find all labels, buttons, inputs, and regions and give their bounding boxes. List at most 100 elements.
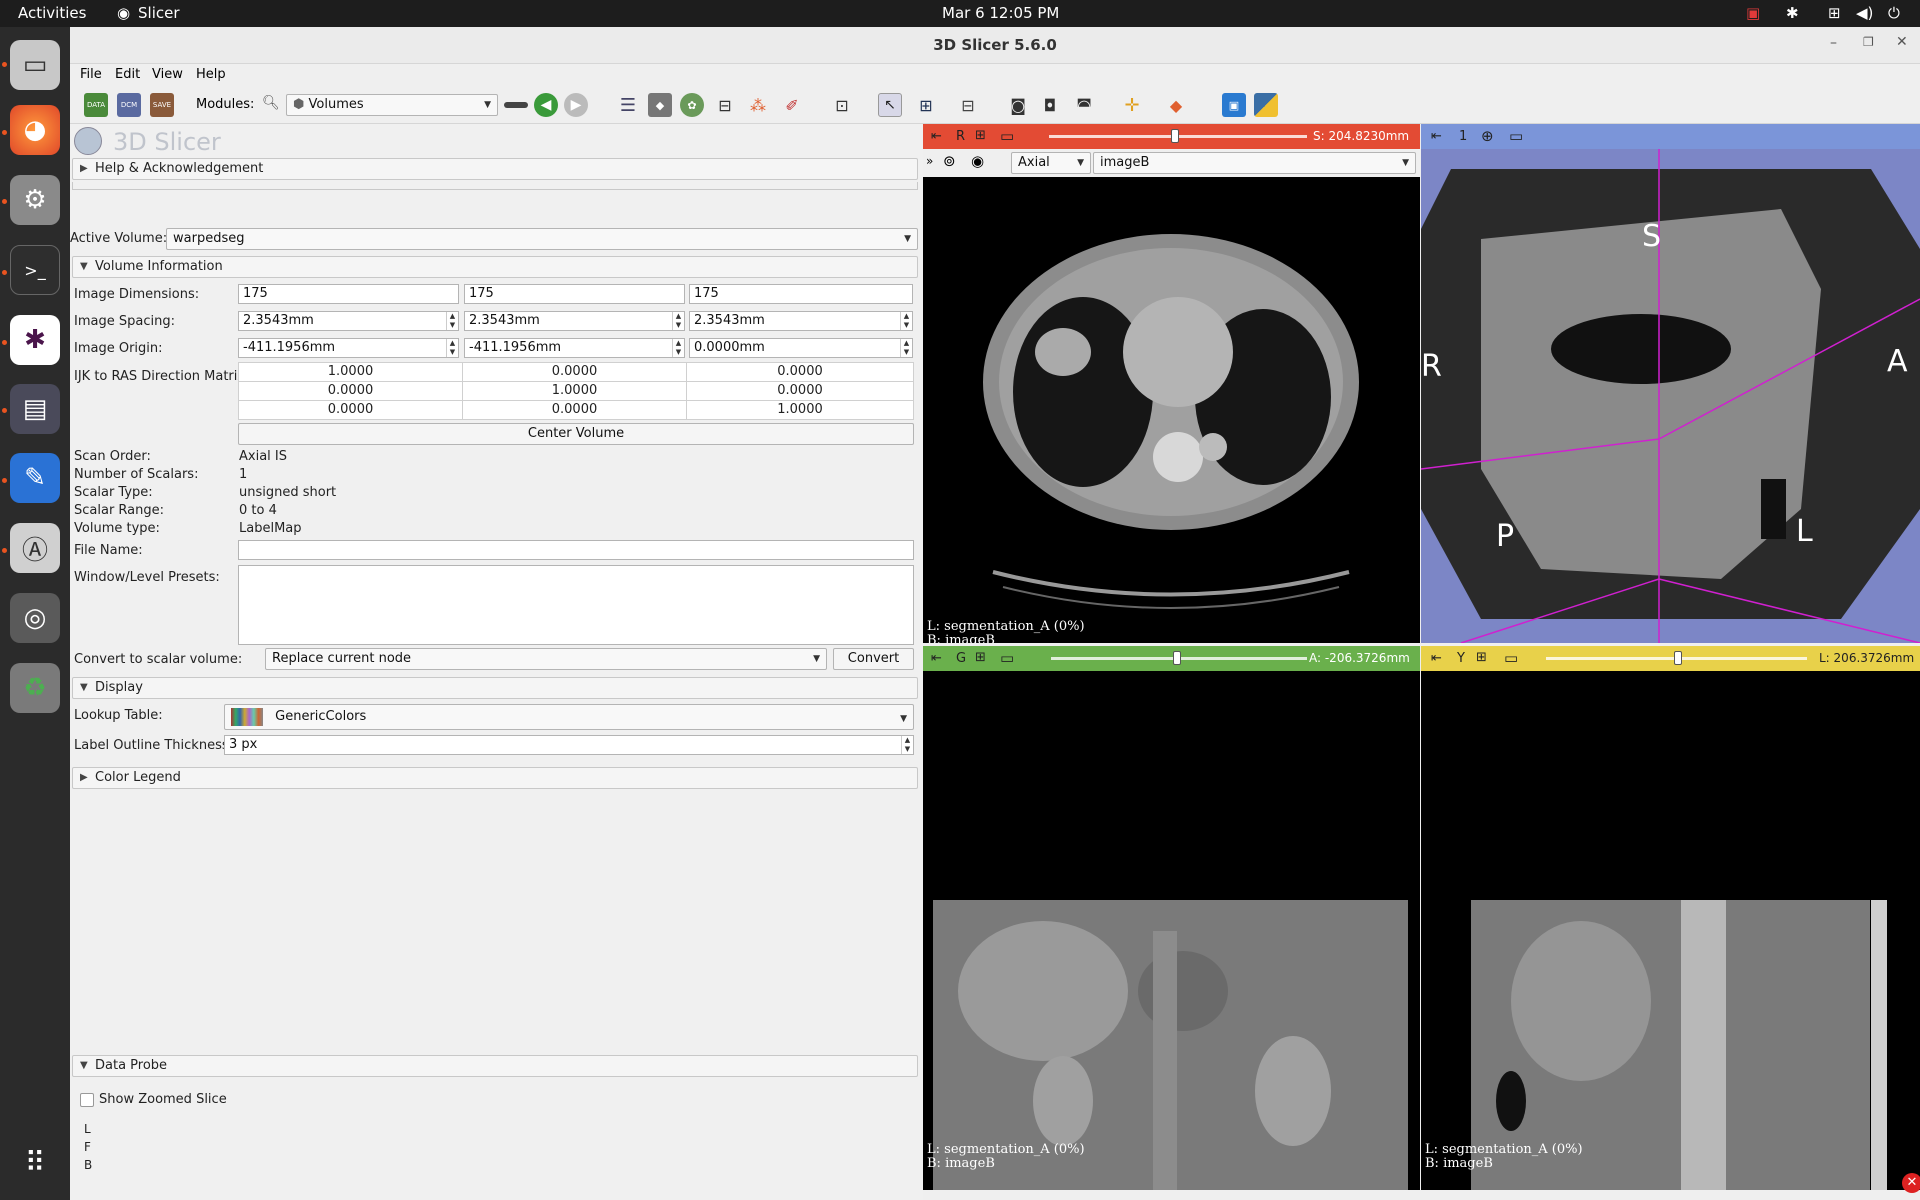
data-probe-section-header[interactable]: ▼ Data Probe — [72, 1055, 918, 1077]
matrix-cell[interactable]: 1.0000 — [239, 363, 463, 382]
help-section-header[interactable]: ▶ Help & Acknowledgement — [72, 158, 918, 180]
slack-tray-icon[interactable]: ✱ — [1786, 4, 1799, 22]
spin-arrows-icon[interactable]: ▲ ▼ — [446, 339, 458, 357]
slice-slider-handle[interactable] — [1171, 129, 1179, 143]
origin-field[interactable]: -411.1956mm ▲ ▼ — [464, 338, 685, 358]
maximize-view-icon[interactable]: ▭ — [1504, 649, 1518, 667]
view-icon[interactable]: ⊞ — [914, 93, 938, 117]
matrix-cell[interactable]: 0.0000 — [239, 401, 463, 420]
capture-icon[interactable]: ◘ — [1038, 93, 1062, 117]
matrix-cell[interactable]: 0.0000 — [687, 363, 914, 382]
clock[interactable]: Mar 6 12:05 PM — [942, 4, 1059, 22]
terminal-icon[interactable]: >_ — [10, 245, 60, 295]
lookup-table-selector[interactable]: GenericColors ▼ — [224, 704, 914, 730]
close-icon[interactable]: ✕ — [1896, 34, 1908, 50]
link-icon[interactable]: ⊞ — [975, 128, 986, 143]
back-icon[interactable]: ◀ — [534, 93, 558, 117]
record-icon[interactable]: ◚ — [1072, 93, 1096, 117]
power-icon[interactable]: ⏻ — [1888, 4, 1900, 22]
center-view-icon[interactable]: ⊕ — [1481, 127, 1494, 145]
red-slice-view[interactable]: L: segmentation_A (0%) B: imageB — [923, 177, 1420, 643]
yellow-slice-view[interactable]: L: segmentation_A (0%) B: imageB — [1421, 671, 1920, 1190]
screenshot-icon[interactable]: ⊡ — [830, 93, 854, 117]
center-volume-button[interactable]: Center Volume — [238, 423, 914, 445]
show-zoomed-checkbox[interactable] — [80, 1093, 94, 1107]
maximize-view-icon[interactable]: ▭ — [1509, 127, 1523, 145]
convert-option-selector[interactable]: Replace current node ▼ — [265, 648, 827, 670]
list-icon[interactable]: ☰ — [616, 93, 640, 117]
show-apps-icon[interactable]: ⠿ — [10, 1137, 60, 1187]
tree-icon[interactable]: ⊟ — [713, 93, 737, 117]
module-selector[interactable]: ⬢ Volumes ▼ — [286, 94, 498, 116]
volume-icon[interactable]: ◀) — [1856, 4, 1873, 22]
pin-icon[interactable]: ⇤ — [1431, 651, 1442, 666]
spin-arrows-icon[interactable]: ▲ ▼ — [900, 339, 912, 357]
dimension-field[interactable]: 175 — [689, 284, 913, 304]
volume-info-section-header[interactable]: ▼ Volume Information — [72, 256, 918, 278]
files-icon[interactable]: ▭ — [10, 40, 60, 90]
trash-icon[interactable]: ♻ — [10, 663, 60, 713]
layout-icon[interactable] — [504, 102, 528, 108]
convert-button[interactable]: Convert — [833, 648, 914, 670]
menu-file[interactable]: File — [80, 67, 102, 82]
slice-slider-handle[interactable] — [1674, 651, 1682, 665]
network-icon[interactable]: ⊞ — [1828, 4, 1841, 22]
pin-icon[interactable]: ⇤ — [1431, 129, 1442, 144]
file-name-field[interactable] — [238, 540, 914, 560]
pen-icon[interactable]: ✐ — [780, 93, 804, 117]
slice-slider-handle[interactable] — [1173, 651, 1181, 665]
forward-icon[interactable]: ▶ — [564, 93, 588, 117]
menu-view[interactable]: View — [152, 67, 183, 82]
brain-icon[interactable]: ✿ — [680, 93, 704, 117]
firefox-icon[interactable]: ◕ — [10, 105, 60, 155]
dcm-icon[interactable]: DCM — [117, 93, 141, 117]
matrix-cell[interactable]: 1.0000 — [463, 382, 687, 401]
dimension-field[interactable]: 175 — [464, 284, 685, 304]
menu-help[interactable]: Help — [196, 67, 226, 82]
link-icon[interactable]: ⊞ — [975, 650, 986, 665]
crosshair-icon[interactable]: ✛ — [1120, 93, 1144, 117]
activities-button[interactable]: Activities — [18, 4, 86, 22]
link-icon[interactable]: ⊞ — [1476, 650, 1487, 665]
spacing-field[interactable]: 2.3543mm ▲ ▼ — [464, 311, 685, 331]
indicator-icon[interactable]: ▣ — [1746, 4, 1760, 22]
maximize-view-icon[interactable]: ▭ — [1000, 127, 1014, 145]
wl-presets-list[interactable] — [238, 565, 914, 645]
software-icon[interactable]: Ⓐ — [10, 523, 60, 573]
backup-icon[interactable]: ◎ — [10, 593, 60, 643]
green-slice-view[interactable]: L: segmentation_A (0%) B: imageB — [923, 671, 1420, 1190]
origin-field[interactable]: 0.0000mm ▲ ▼ — [689, 338, 913, 358]
matrix-cell[interactable]: 1.0000 — [687, 401, 914, 420]
menu-edit[interactable]: Edit — [115, 67, 140, 82]
spin-arrows-icon[interactable]: ▲ ▼ — [901, 736, 913, 754]
spin-arrows-icon[interactable]: ▲ ▼ — [672, 312, 684, 330]
link-view-icon[interactable]: ⊚ — [943, 152, 956, 170]
active-volume-selector[interactable]: warpedseg ▼ — [166, 228, 918, 250]
expand-icon[interactable]: » — [926, 154, 933, 168]
spin-arrows-icon[interactable]: ▲ ▼ — [446, 312, 458, 330]
matrix-cell[interactable]: 0.0000 — [463, 401, 687, 420]
color-legend-section-header[interactable]: ▶ Color Legend — [72, 767, 918, 789]
points-icon[interactable]: ⁂ — [746, 93, 770, 117]
maximize-view-icon[interactable]: ▭ — [1000, 649, 1014, 667]
slicer-dock-icon[interactable]: ▤ — [10, 384, 60, 434]
fiducial-icon[interactable]: ◆ — [1164, 93, 1188, 117]
slack-icon[interactable]: ✱ — [10, 315, 60, 365]
text-editor-icon[interactable]: ✎ — [10, 453, 60, 503]
data-icon[interactable]: DATA — [84, 93, 108, 117]
display-section-header[interactable]: ▼ Display — [72, 677, 918, 699]
spacing-field[interactable]: 2.3543mm ▲ ▼ — [238, 311, 459, 331]
orientation-selector[interactable]: Axial ▼ — [1011, 152, 1091, 174]
minimize-icon[interactable]: – — [1830, 35, 1837, 51]
spin-arrows-icon[interactable]: ▲ ▼ — [900, 312, 912, 330]
pin-icon[interactable]: ⇤ — [931, 651, 942, 666]
eye-icon[interactable]: ◉ — [971, 152, 984, 170]
pointer-icon[interactable]: ↖ — [878, 93, 902, 117]
grid-icon[interactable]: ⊟ — [956, 93, 980, 117]
threed-view[interactable]: S R A P L — [1421, 149, 1920, 643]
error-log-icon[interactable]: ✕ — [1902, 1173, 1920, 1193]
dimension-field[interactable]: 175 — [238, 284, 459, 304]
app-name[interactable]: Slicer — [138, 4, 180, 22]
settings-icon[interactable]: ⚙ — [10, 175, 60, 225]
camera-icon[interactable]: ◙ — [1006, 93, 1030, 117]
